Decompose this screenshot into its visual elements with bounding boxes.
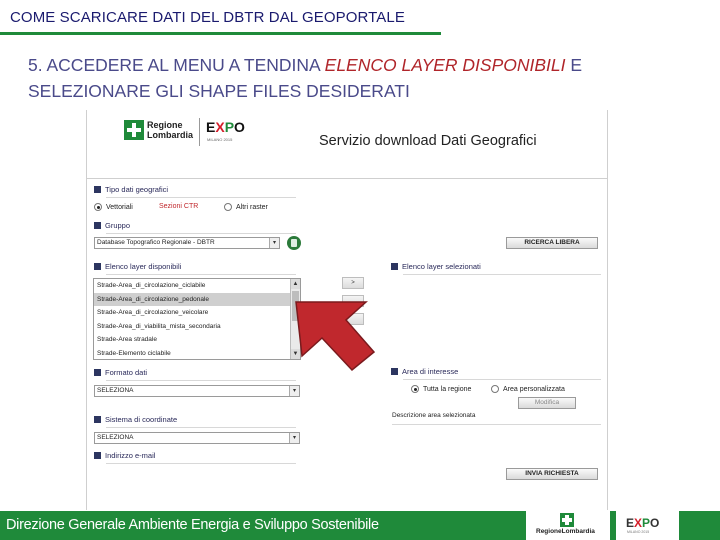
lombardia-cross-icon — [124, 120, 144, 140]
radio-label: Altri raster — [236, 203, 268, 211]
section-gruppo: Gruppo — [94, 221, 130, 230]
section-bullet-icon — [391, 263, 398, 270]
scroll-up-icon[interactable]: ▲ — [291, 279, 300, 289]
section-tipo-dati: Tipo dati geografici — [94, 185, 168, 194]
gruppo-select[interactable]: Database Topografico Regionale - DBTR ▾ — [94, 237, 280, 249]
section-bullet-icon — [94, 263, 101, 270]
radio-altri-raster[interactable]: Altri raster — [224, 203, 268, 211]
section-rule — [403, 379, 601, 380]
section-bullet-icon — [94, 452, 101, 459]
area-description-label: Descrizione area selezionata — [392, 412, 476, 419]
section-label: Tipo dati geografici — [105, 185, 169, 194]
modifica-button[interactable]: Modifica — [518, 397, 576, 409]
section-elenco-selezionati: Elenco layer selezionati — [391, 262, 481, 271]
section-rule — [106, 463, 296, 464]
section-bullet-icon — [94, 222, 101, 229]
radio-selected-icon[interactable] — [94, 203, 102, 211]
list-item[interactable]: Strade-Area stradale — [94, 333, 300, 347]
section-label: Elenco layer selezionati — [402, 262, 481, 271]
section-rule — [106, 233, 296, 234]
radio-unselected-icon[interactable] — [491, 385, 499, 393]
coordinate-select[interactable]: SELEZIONA ▾ — [94, 432, 300, 444]
step-prefix: 5. ACCEDERE AL MENU A TENDINA — [28, 55, 325, 75]
list-item[interactable]: Strade-Elemento ciclabile — [94, 347, 300, 360]
footer-text: Direzione Generale Ambiente Energia e Sv… — [6, 517, 379, 533]
list-item[interactable]: Strade-Area_di_viabilita_mista_secondari… — [94, 320, 300, 334]
header-divider — [86, 178, 608, 179]
section-elenco-disponibili: Elenco layer disponibili — [94, 262, 181, 271]
radio-area-personalizzata[interactable]: Area personalizzata — [491, 385, 565, 393]
step-instruction: 5. ACCEDERE AL MENU A TENDINA ELENCO LAY… — [28, 52, 688, 104]
section-bullet-icon — [94, 186, 101, 193]
footer-bar: Direzione Generale Ambiente Energia e Sv… — [0, 511, 720, 540]
radio-label: Tutta la regione — [423, 385, 472, 393]
section-bullet-icon — [94, 416, 101, 423]
title-underline — [0, 32, 441, 35]
invia-richiesta-button[interactable]: INVIA RICHIESTA — [506, 468, 598, 480]
radio-tutta-regione[interactable]: Tutta la regione — [411, 385, 471, 393]
radio-label: Area personalizzata — [503, 385, 565, 393]
expo-logo: EXPO — [206, 119, 245, 135]
select-value: Database Topografico Regionale - DBTR — [97, 239, 215, 246]
screenshot-left-border — [86, 110, 87, 510]
section-rule — [106, 427, 296, 428]
section-label: Indirizzo e-mail — [105, 451, 156, 460]
service-title: Servizio download Dati Geografici — [319, 133, 537, 149]
footer-logo-label: RegioneLombardia — [536, 528, 595, 535]
section-label: Elenco layer disponibili — [105, 262, 182, 271]
radio-sezioni-ctr[interactable]: Sezioni CTR — [159, 203, 198, 210]
section-bullet-icon — [94, 369, 101, 376]
footer-expo-subtitle: MILANO 2015 — [627, 530, 650, 534]
select-value: SELEZIONA — [97, 387, 134, 394]
database-icon[interactable] — [287, 236, 301, 250]
section-coordinate: Sistema di coordinate — [94, 415, 177, 424]
list-item-selected[interactable]: Strade-Area_di_circolazione_pedonale — [94, 292, 300, 306]
formato-select[interactable]: SELEZIONA ▾ — [94, 385, 300, 397]
red-arrow-pointer-icon — [295, 301, 376, 372]
section-formato: Formato dati — [94, 368, 147, 377]
section-label: Area di interesse — [402, 367, 459, 376]
radio-unselected-icon[interactable] — [224, 203, 232, 211]
section-bullet-icon — [391, 368, 398, 375]
expo-logo-subtitle: MILANO 2015 — [207, 137, 233, 142]
regione-lombardia-logo: Regione Lombardia — [124, 120, 195, 140]
slide-title: COME SCARICARE DATI DEL DBTR DAL GEOPORT… — [10, 9, 405, 26]
footer-lombardia-logo: RegioneLombardia — [526, 511, 610, 540]
chevron-down-icon[interactable]: ▾ — [289, 433, 299, 443]
chevron-down-icon[interactable]: ▾ — [269, 238, 279, 248]
ricerca-libera-button[interactable]: RICERCA LIBERA — [506, 237, 598, 249]
radio-vettoriali[interactable]: Vettoriali — [94, 203, 133, 211]
select-value: SELEZIONA — [97, 434, 134, 441]
section-rule — [403, 274, 601, 275]
section-rule — [106, 380, 296, 381]
lombardia-cross-icon — [560, 513, 574, 527]
section-rule — [106, 197, 296, 198]
download-service-screenshot: Regione Lombardia EXPO MILANO 2015 Servi… — [86, 110, 608, 510]
section-email: Indirizzo e-mail — [94, 451, 155, 460]
section-rule — [106, 274, 296, 275]
layer-listbox[interactable]: Strade-Area_di_circolazione_ciclabile St… — [93, 278, 301, 360]
screenshot-right-border — [607, 110, 608, 510]
section-label: Sistema di coordinate — [105, 415, 178, 424]
description-rule — [392, 424, 601, 425]
footer-expo-text: EXPO — [626, 516, 660, 530]
step-highlight: ELENCO LAYER DISPONIBILI — [324, 55, 566, 75]
logo-text: Regione Lombardia — [147, 120, 194, 140]
radio-selected-icon[interactable] — [411, 385, 419, 393]
radio-label: Sezioni CTR — [159, 203, 199, 210]
list-item[interactable]: Strade-Area_di_circolazione_ciclabile — [94, 279, 300, 293]
section-area: Area di interesse — [391, 367, 458, 376]
chevron-down-icon[interactable]: ▾ — [289, 386, 299, 396]
section-label: Formato dati — [105, 368, 148, 377]
section-label: Gruppo — [105, 221, 131, 230]
footer-expo-logo: EXPO MILANO 2015 — [616, 511, 679, 540]
logo-divider — [199, 118, 200, 146]
move-right-button[interactable]: > — [342, 277, 364, 289]
radio-label: Vettoriali — [106, 203, 133, 211]
list-item[interactable]: Strade-Area_di_circolazione_veicolare — [94, 306, 300, 320]
